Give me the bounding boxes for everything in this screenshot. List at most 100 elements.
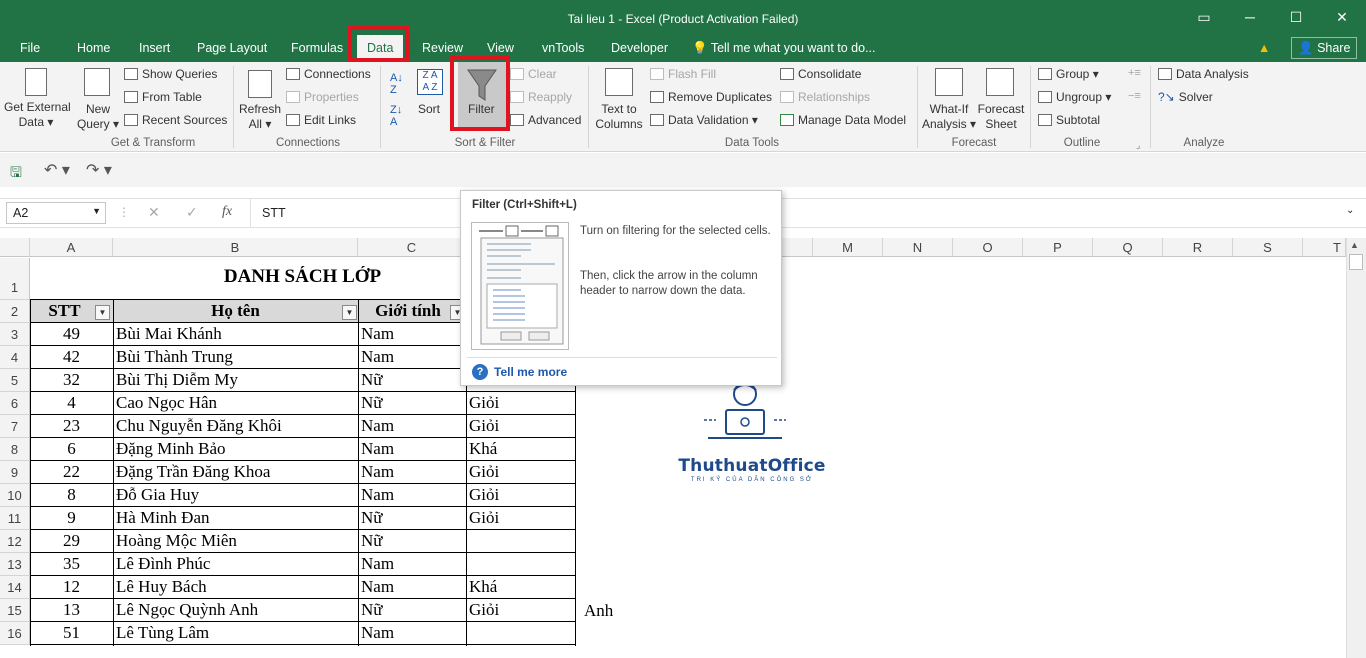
data-analysis-button[interactable]: Data Analysis xyxy=(1158,67,1249,82)
column-header-c[interactable]: C xyxy=(358,238,466,257)
tab-file[interactable]: File xyxy=(20,39,40,57)
cell-grade[interactable]: Giỏi xyxy=(469,461,576,483)
cell-stt[interactable]: 32 xyxy=(30,369,113,391)
cell-name[interactable]: Đặng Trần Đăng Khoa xyxy=(116,461,358,483)
cell-grade[interactable]: Khá xyxy=(469,438,576,460)
tell-me-more-link[interactable]: Tell me more xyxy=(494,365,567,379)
column-header-r[interactable]: R xyxy=(1163,238,1233,257)
scroll-up-icon[interactable]: ▲ xyxy=(1350,240,1359,250)
scrollbar-thumb[interactable] xyxy=(1349,254,1363,270)
cell-gender[interactable]: Nữ xyxy=(361,530,466,552)
column-header-s[interactable]: S xyxy=(1233,238,1303,257)
stray-cell-text[interactable]: Anh xyxy=(584,600,613,622)
flash-fill-button[interactable]: Flash Fill xyxy=(650,67,716,82)
row-header[interactable]: 3 xyxy=(0,323,30,346)
cell-gender[interactable]: Nữ xyxy=(361,392,466,414)
show-queries-button[interactable]: Show Queries xyxy=(124,67,217,82)
cell-stt[interactable]: 12 xyxy=(30,576,113,598)
select-all-corner[interactable] xyxy=(0,238,30,257)
row-header[interactable]: 15 xyxy=(0,599,30,622)
filter-dropdown-stt[interactable]: ▼ xyxy=(95,305,110,320)
advanced-button[interactable]: Advanced xyxy=(510,113,581,128)
cell-stt[interactable]: 6 xyxy=(30,438,113,460)
cell-gender[interactable]: Nữ xyxy=(361,599,466,621)
cell-stt[interactable]: 49 xyxy=(30,323,113,345)
solver-button[interactable]: ?↘ Solver xyxy=(1158,90,1213,105)
cell-grade[interactable]: Giỏi xyxy=(469,599,576,621)
cell-name[interactable]: Chu Nguyễn Đăng Khôi xyxy=(116,415,358,437)
cell-stt[interactable]: 13 xyxy=(30,599,113,621)
cell-gender[interactable]: Nữ xyxy=(361,507,466,529)
cell-name[interactable]: Cao Ngọc Hân xyxy=(116,392,358,414)
row-header[interactable]: 6 xyxy=(0,392,30,415)
group-button[interactable]: Group ▾ xyxy=(1038,67,1099,82)
row-header[interactable]: 11 xyxy=(0,507,30,530)
tab-vntools[interactable]: vnTools xyxy=(542,39,584,57)
subtotal-button[interactable]: Subtotal xyxy=(1038,113,1100,128)
cell-gender[interactable]: Nam xyxy=(361,461,466,483)
column-header-m[interactable]: M xyxy=(813,238,883,257)
cell-grade[interactable]: Giỏi xyxy=(469,415,576,437)
what-if-analysis-button[interactable]: What-If Analysis ▾ xyxy=(922,102,976,132)
cell-name[interactable]: Hoàng Mộc Miên xyxy=(116,530,358,552)
cell-stt[interactable]: 4 xyxy=(30,392,113,414)
new-query-button[interactable]: New Query ▾ xyxy=(76,102,120,132)
cell-gender[interactable]: Nam xyxy=(361,415,466,437)
cell-name[interactable]: Bùi Mai Khánh xyxy=(116,323,358,345)
cell-stt[interactable]: 9 xyxy=(30,507,113,529)
cell-stt[interactable]: 29 xyxy=(30,530,113,552)
cell-stt[interactable]: 35 xyxy=(30,553,113,575)
vertical-scrollbar[interactable]: ▲ xyxy=(1346,238,1366,658)
column-header-o[interactable]: O xyxy=(953,238,1023,257)
close-icon[interactable]: ✕ xyxy=(1330,8,1354,26)
cell-name[interactable]: Lê Tùng Lâm xyxy=(116,622,358,644)
tab-developer[interactable]: Developer xyxy=(611,39,668,57)
cell-stt[interactable]: 51 xyxy=(30,622,113,644)
cell-name[interactable]: Đỗ Gia Huy xyxy=(116,484,358,506)
formula-input[interactable]: STT xyxy=(262,206,286,220)
cell-gender[interactable]: Nam xyxy=(361,576,466,598)
cell-grade[interactable]: Khá xyxy=(469,576,576,598)
cell-stt[interactable]: 22 xyxy=(30,461,113,483)
refresh-all-button[interactable]: Refresh All ▾ xyxy=(238,102,282,132)
cell-grade[interactable]: Giỏi xyxy=(469,484,576,506)
cell-gender[interactable]: Nam xyxy=(361,346,466,368)
recent-sources-button[interactable]: Recent Sources xyxy=(124,113,227,128)
sort-button[interactable]: Sort xyxy=(418,102,440,117)
row-header[interactable]: 14 xyxy=(0,576,30,599)
text-to-columns-button[interactable]: Text to Columns xyxy=(594,102,644,132)
tab-view[interactable]: View xyxy=(487,39,514,57)
data-validation-button[interactable]: Data Validation ▾ xyxy=(650,113,758,128)
sort-az-icon[interactable]: A↓ Z xyxy=(390,72,403,96)
ribbon-display-icon[interactable]: ▭ xyxy=(1192,8,1216,26)
row-header[interactable]: 16 xyxy=(0,622,30,645)
tab-page-layout[interactable]: Page Layout xyxy=(197,39,267,57)
tab-insert[interactable]: Insert xyxy=(139,39,170,57)
name-box[interactable]: A2 ▼ xyxy=(6,202,106,224)
undo-icon[interactable]: ↶ ▾ xyxy=(44,160,70,180)
reapply-button[interactable]: Reapply xyxy=(510,90,572,105)
insert-function-icon[interactable]: fx xyxy=(222,204,232,220)
row-header[interactable]: 5 xyxy=(0,369,30,392)
cell-gender[interactable]: Nữ xyxy=(361,369,466,391)
tell-me-search[interactable]: 💡 Tell me what you want to do... xyxy=(692,39,876,57)
row-header[interactable]: 13 xyxy=(0,553,30,576)
sort-za-icon[interactable]: Z↓ A xyxy=(390,104,402,128)
outline-dialog-launcher-icon[interactable]: ⌟ xyxy=(1136,138,1140,153)
row-header[interactable]: 1 xyxy=(0,258,30,300)
show-detail-icon[interactable]: +≡ xyxy=(1128,66,1141,81)
cell-name[interactable]: Hà Minh Đan xyxy=(116,507,358,529)
row-header[interactable]: 8 xyxy=(0,438,30,461)
forecast-sheet-button[interactable]: Forecast Sheet xyxy=(976,102,1026,132)
maximize-icon[interactable]: ☐ xyxy=(1284,8,1308,26)
row-header[interactable]: 12 xyxy=(0,530,30,553)
cell-gender[interactable]: Nam xyxy=(361,553,466,575)
column-header-t[interactable]: T xyxy=(1303,238,1346,257)
row-header[interactable]: 9 xyxy=(0,461,30,484)
cell-name[interactable]: Bùi Thành Trung xyxy=(116,346,358,368)
cell-grade[interactable]: Giỏi xyxy=(469,392,576,414)
tab-review[interactable]: Review xyxy=(422,39,463,57)
share-button[interactable]: 👤 Share xyxy=(1291,37,1358,59)
remove-duplicates-button[interactable]: Remove Duplicates xyxy=(650,90,772,105)
manage-data-model-button[interactable]: Manage Data Model xyxy=(780,113,906,128)
